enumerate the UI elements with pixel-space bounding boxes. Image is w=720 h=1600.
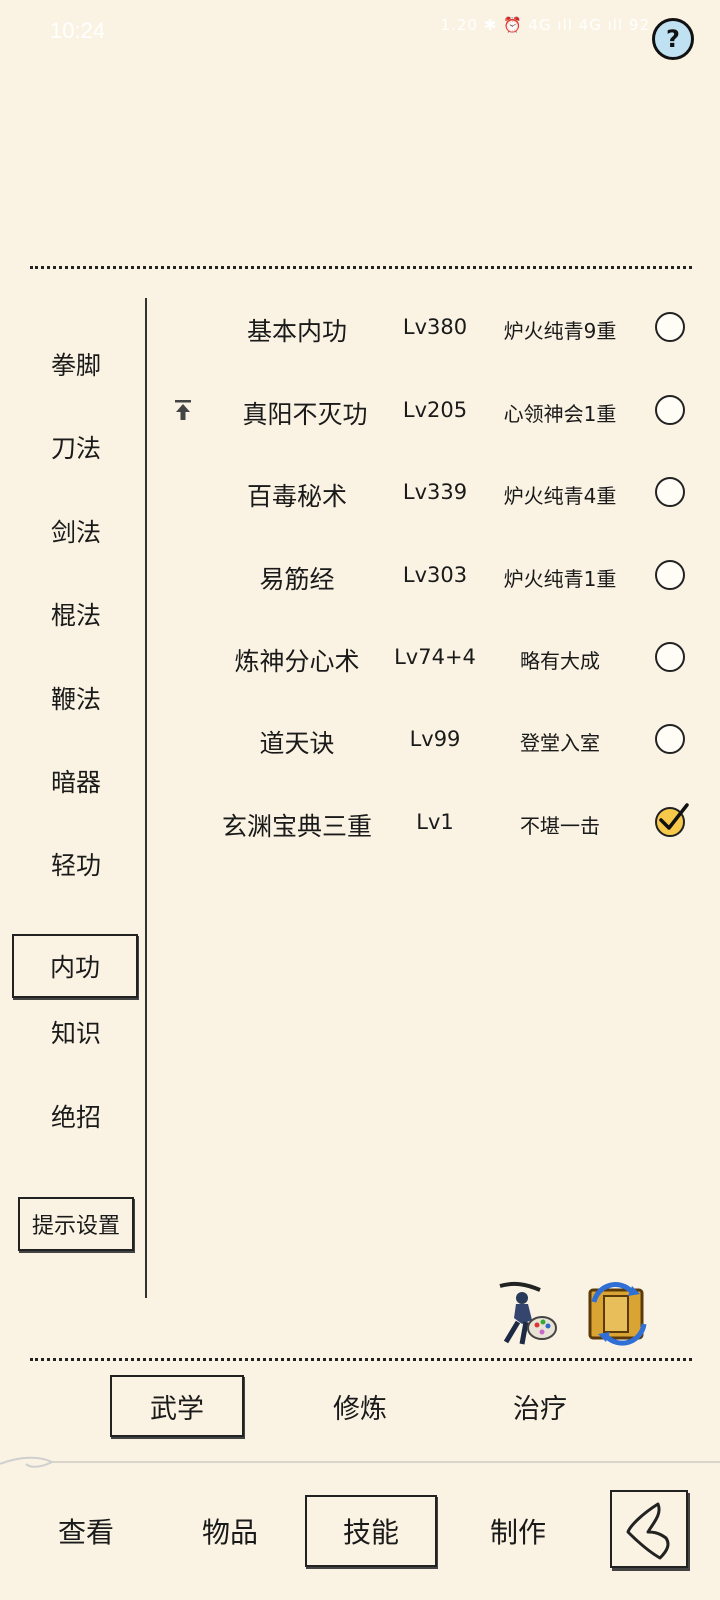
tab-label: 修炼 (333, 1393, 387, 1425)
skill-realm: 炉火纯青9重 (503, 319, 617, 343)
category-daofa[interactable]: 刀法 (14, 417, 138, 477)
warrior-palette-icon[interactable] (492, 1278, 564, 1350)
category-label: 暗器 (50, 768, 101, 797)
skill-row[interactable]: 真阳不灭功 Lv205 心领神会1重 (150, 381, 710, 441)
tab-wuxue[interactable]: 武学 (110, 1375, 244, 1437)
category-zhishi[interactable]: 知识 (14, 1002, 138, 1062)
category-label: 棍法 (50, 601, 101, 630)
category-neigong[interactable]: 内功 (12, 934, 138, 998)
status-icons: 1.20 ✱ ⏰ 4G ıll 4G ıll 92 (440, 16, 650, 34)
tab-xiulian[interactable]: 修炼 (293, 1375, 427, 1437)
category-jianfa[interactable]: 剑法 (14, 501, 138, 561)
nav-label: 制作 (489, 1516, 546, 1549)
skill-checkbox[interactable] (655, 477, 685, 507)
skill-row[interactable]: 道天诀 Lv99 登堂入室 (150, 710, 710, 770)
skill-row[interactable]: 百毒秘术 Lv339 炉火纯青4重 (150, 463, 710, 523)
skill-row[interactable]: 炼神分心术 Lv74+4 略有大成 (150, 628, 710, 688)
bottom-divider (30, 1358, 692, 1361)
skill-realm: 不堪一击 (520, 814, 600, 838)
skill-checkbox[interactable] (655, 724, 685, 754)
skill-checkbox[interactable] (655, 395, 685, 425)
column-separator (145, 298, 147, 1298)
checkmark-icon (659, 803, 689, 830)
nav-wupin[interactable]: 物品 (164, 1495, 296, 1567)
skill-checkbox[interactable] (655, 642, 685, 672)
nav-label: 物品 (201, 1516, 258, 1549)
skill-checkbox[interactable] (655, 560, 685, 590)
skill-row[interactable]: 易筋经 Lv303 炉火纯青1重 (150, 546, 710, 606)
category-quanjiao[interactable]: 拳脚 (14, 334, 138, 394)
nav-label: 查看 (57, 1516, 114, 1549)
skill-realm: 炉火纯青4重 (503, 484, 617, 508)
book-swap-icon[interactable] (584, 1282, 654, 1346)
skill-realm: 略有大成 (520, 649, 600, 673)
category-bianfa[interactable]: 鞭法 (14, 668, 138, 728)
tab-zhiliao[interactable]: 治疗 (473, 1375, 607, 1437)
tab-label: 武学 (150, 1393, 204, 1425)
skill-checkbox[interactable] (655, 803, 689, 837)
category-label: 内功 (49, 953, 100, 982)
hint-settings-button[interactable]: 提示设置 (18, 1197, 134, 1251)
category-juezhao[interactable]: 绝招 (14, 1086, 138, 1146)
back-button[interactable] (610, 1490, 688, 1568)
skill-realm: 炉火纯青1重 (503, 567, 617, 591)
category-label: 知识 (50, 1019, 101, 1048)
skill-row[interactable]: 玄渊宝典三重 Lv1 不堪一击 (150, 793, 710, 853)
skill-realm: 心领神会1重 (503, 402, 617, 426)
category-label: 剑法 (50, 518, 101, 547)
category-qinggong[interactable]: 轻功 (14, 834, 138, 894)
nav-label: 技能 (342, 1516, 399, 1549)
category-anqi[interactable]: 暗器 (14, 751, 138, 811)
brush-divider (0, 1456, 720, 1468)
category-gunfa[interactable]: 棍法 (14, 584, 138, 644)
top-divider (30, 266, 692, 269)
skill-checkbox[interactable] (655, 312, 685, 342)
status-time: 10:24 (50, 18, 106, 43)
back-arrow-icon (626, 1502, 670, 1560)
category-label: 刀法 (50, 434, 101, 463)
skill-row[interactable]: 基本内功 Lv380 炉火纯青9重 (150, 298, 710, 358)
help-button[interactable]: ? (652, 18, 694, 60)
nav-jineng[interactable]: 技能 (305, 1495, 437, 1567)
tab-label: 治疗 (513, 1393, 567, 1425)
category-label: 鞭法 (50, 685, 101, 714)
question-icon: ? (666, 25, 680, 53)
nav-zhizuo[interactable]: 制作 (452, 1495, 584, 1567)
category-label: 拳脚 (50, 351, 101, 380)
category-label: 绝招 (50, 1103, 101, 1132)
category-label: 轻功 (50, 851, 101, 880)
skill-realm: 登堂入室 (520, 731, 600, 755)
nav-chakan[interactable]: 查看 (20, 1495, 152, 1567)
